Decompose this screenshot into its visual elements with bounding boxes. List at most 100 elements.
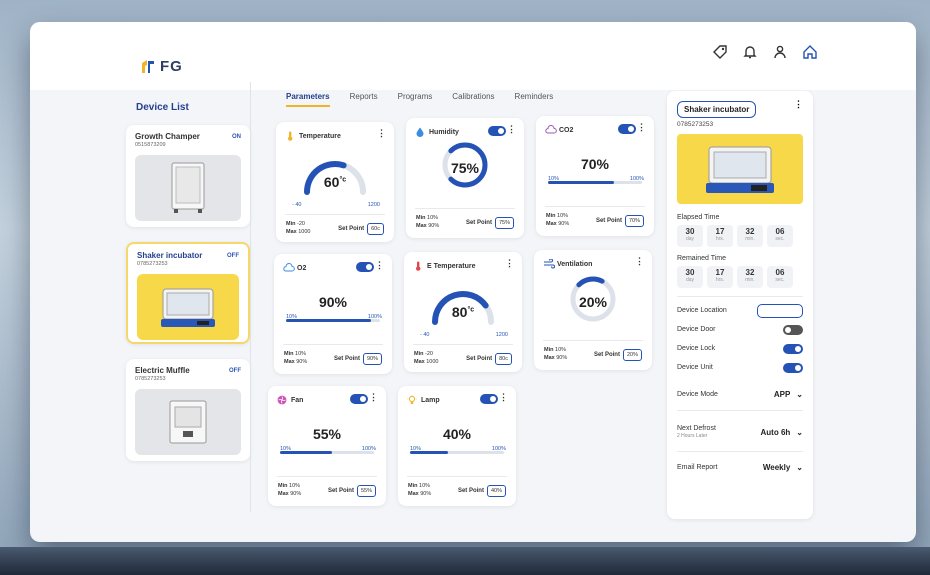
device-image	[137, 274, 239, 340]
gauge-min: - 40	[292, 202, 302, 208]
set-point-value[interactable]: 70%	[624, 215, 644, 227]
set-point[interactable]: Set Point 70%	[596, 215, 644, 227]
user-icon[interactable]	[772, 44, 788, 60]
param-value: 80	[451, 304, 468, 320]
cloud-icon	[545, 125, 557, 135]
cloud-icon	[283, 263, 295, 273]
more-icon[interactable]: ⋮	[369, 392, 378, 403]
set-point-value[interactable]: 75%	[494, 217, 514, 229]
device-mode-row: Device Mode APP ⌄	[677, 390, 803, 399]
device-card-shaker-incubator[interactable]: Shaker incubator OFF 0785273253	[126, 242, 250, 344]
set-point[interactable]: Set Point 90%	[334, 353, 382, 365]
set-point[interactable]: Set Point 55%	[328, 485, 376, 497]
set-point-value[interactable]: 60c	[367, 223, 384, 235]
set-point-value[interactable]: 90%	[362, 353, 382, 365]
min-max: Min -20 Max 1000	[286, 221, 311, 235]
set-point[interactable]: Set Point 80c	[466, 353, 512, 365]
panel-title: Shaker incubator	[677, 101, 757, 118]
min-max: Min 10% Max 90%	[416, 215, 440, 229]
device-door-toggle[interactable]	[783, 324, 803, 335]
param-title: Fan	[291, 396, 304, 404]
device-status: OFF	[227, 253, 239, 259]
bar-max: 100%	[629, 176, 644, 182]
device-detail-panel: Shaker incubator ⋮ 0785273253 Elapsed Ti…	[667, 91, 813, 519]
device-mode-select[interactable]: APP ⌄	[774, 390, 803, 399]
bar-max: 100%	[491, 446, 506, 452]
chevron-down-icon: ⌄	[796, 390, 803, 399]
set-point-value[interactable]: 55%	[356, 485, 376, 497]
device-unit-toggle[interactable]	[783, 362, 803, 373]
tab-reports[interactable]: Reports	[350, 92, 378, 107]
o2-bar	[286, 319, 380, 322]
tab-calibrations[interactable]: Calibrations	[452, 92, 494, 107]
more-icon[interactable]: ⋮	[505, 258, 514, 269]
min-max: Min 10% Max 90%	[278, 483, 302, 497]
device-card-growth-champer[interactable]: Growth Champer ON 0515873209	[126, 125, 250, 227]
co2-bar	[548, 181, 642, 184]
more-icon[interactable]: ⋮	[637, 122, 646, 133]
fan-bar	[280, 451, 374, 454]
more-icon[interactable]: ⋮	[377, 128, 386, 139]
set-point-value[interactable]: 80c	[495, 353, 512, 365]
tag-icon[interactable]	[712, 44, 728, 60]
elapsed-timer: 30 day 17 hrs. 32 min. 06 sec.	[677, 225, 803, 247]
bell-icon[interactable]	[742, 44, 758, 60]
next-defrost-select[interactable]: Auto 6h ⌄	[761, 428, 803, 437]
panel-device-image	[677, 134, 803, 204]
device-location-input[interactable]	[757, 303, 803, 318]
lamp-toggle[interactable]	[480, 394, 498, 404]
param-title: Ventilation	[557, 260, 593, 268]
more-icon[interactable]: ⋮	[375, 260, 384, 271]
param-value: 60	[323, 174, 340, 190]
fan-toggle[interactable]	[350, 394, 368, 404]
set-point[interactable]: Set Point 20%	[594, 349, 642, 361]
set-point-value[interactable]: 20%	[622, 349, 642, 361]
device-list: Device List Growth Champer ON 0515873209…	[126, 102, 250, 476]
param-card-humidity: Humidity ⋮ 75% Min 10% Max 90% Set Point 7…	[406, 118, 524, 238]
email-report-select[interactable]: Weekly ⌄	[763, 463, 803, 472]
min-max: Min 10% Max 90%	[544, 347, 568, 361]
humidity-toggle[interactable]	[488, 126, 506, 136]
param-card-ventilation: Ventilation ⋮ 20% Min 10% Max 90% Set Poi…	[534, 250, 652, 370]
param-title: O2	[297, 264, 307, 272]
home-icon[interactable]	[802, 44, 818, 60]
bar-min: 10%	[280, 446, 292, 452]
more-icon[interactable]: ⋮	[635, 256, 644, 267]
param-value: 75%	[450, 160, 480, 176]
set-point-value[interactable]: 40%	[486, 485, 506, 497]
device-card-electric-muffle[interactable]: Electric Muffle OFF 0785273253	[126, 359, 250, 461]
param-title: E Temperature	[427, 262, 476, 270]
min-max: Min 10% Max 90%	[284, 351, 308, 365]
email-report-row: Email Report Weekly ⌄	[677, 463, 803, 472]
co2-toggle[interactable]	[618, 124, 636, 134]
gauge-max: 1200	[495, 332, 508, 338]
device-lock-toggle[interactable]	[783, 343, 803, 354]
tab-bar: Parameters Reports Programs Calibrations…	[286, 92, 553, 107]
more-icon[interactable]: ⋮	[507, 124, 516, 135]
device-id: 0785273253	[137, 261, 168, 267]
o2-toggle[interactable]	[356, 262, 374, 272]
more-icon[interactable]: ⋮	[794, 99, 803, 110]
param-title: Lamp	[421, 396, 440, 404]
divider	[250, 82, 251, 512]
tab-programs[interactable]: Programs	[398, 92, 433, 107]
device-id: 0515873209	[135, 142, 166, 148]
tab-reminders[interactable]: Reminders	[515, 92, 554, 107]
bar-max: 100%	[367, 314, 382, 320]
more-icon[interactable]: ⋮	[499, 392, 508, 403]
logo-text: FG	[160, 58, 183, 75]
tab-parameters[interactable]: Parameters	[286, 92, 330, 107]
device-location-row: Device Location	[677, 301, 803, 320]
bar-min: 10%	[286, 314, 298, 320]
device-id: 0785273253	[135, 376, 166, 382]
set-point[interactable]: Set Point 60c	[338, 223, 384, 235]
next-defrost-row: Next Defrost 2 Hours Later Auto 6h ⌄	[677, 425, 803, 439]
gauge-min: - 40	[420, 332, 430, 338]
device-list-title: Device List	[136, 102, 189, 113]
device-lock-row: Device Lock	[677, 339, 803, 358]
param-card-co2: CO2 ⋮ 70% 10% 100% Min 10% Max 90% Set Po…	[536, 116, 654, 236]
set-point[interactable]: Set Point 40%	[458, 485, 506, 497]
monitor-bezel	[0, 547, 930, 575]
set-point[interactable]: Set Point 75%	[466, 217, 514, 229]
param-value: 55%	[312, 426, 342, 442]
